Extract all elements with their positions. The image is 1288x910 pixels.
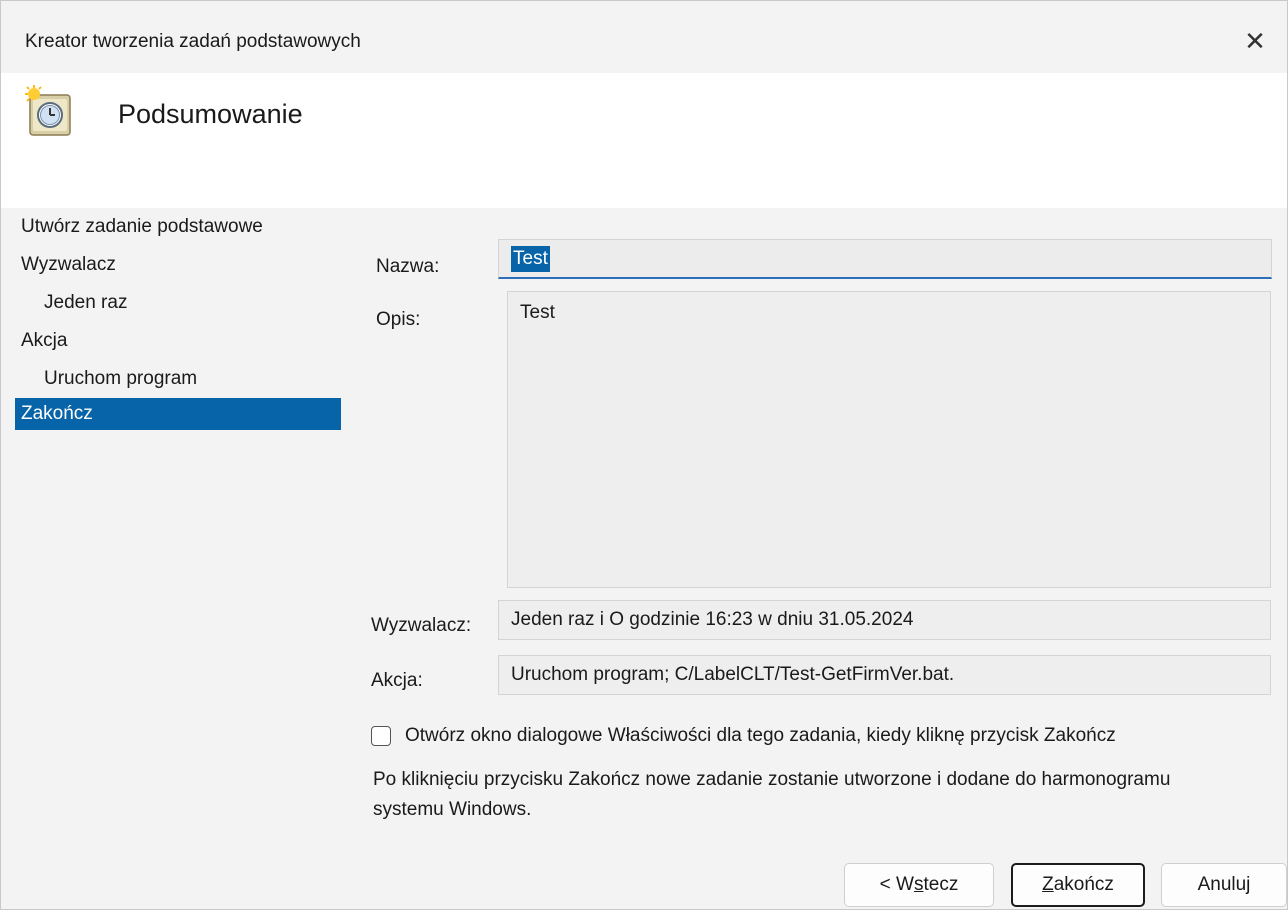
wizard-header: Podsumowanie <box>1 73 1287 208</box>
trigger-label: Wyzwalacz: <box>371 615 472 636</box>
step-finish[interactable]: Zakończ <box>15 398 341 430</box>
close-icon[interactable]: ✕ <box>1241 26 1269 56</box>
back-button[interactable]: < Ws tecz <box>844 863 994 907</box>
open-properties-checkbox[interactable] <box>371 726 391 746</box>
finish-info-text: Po kliknięciu przycisku Zakończ nowe zad… <box>373 769 1171 820</box>
description-label: Opis: <box>376 309 421 330</box>
name-value: Test <box>511 246 550 272</box>
trigger-value: Jeden raz i O godzinie 16:23 w dniu 31.0… <box>498 600 1271 640</box>
wizard-window: Kreator tworzenia zadań podstawowych ✕ P… <box>0 0 1288 910</box>
back-label-mnemonic: s <box>913 874 924 895</box>
cancel-button[interactable]: Anuluj <box>1161 863 1287 907</box>
name-label: Nazwa: <box>376 256 440 277</box>
title-bar: Kreator tworzenia zadań podstawowych ✕ <box>1 1 1287 73</box>
finish-label-mnemonic: Z <box>1042 874 1054 895</box>
action-value: Uruchom program; C/LabelCLT/Test-GetFirm… <box>498 655 1271 695</box>
back-label-suffix: tecz <box>923 874 959 895</box>
page-heading: Podsumowanie <box>118 99 303 129</box>
action-label: Akcja: <box>371 670 423 691</box>
description-field[interactable]: Test <box>507 291 1271 588</box>
finish-button[interactable]: Zakończ <box>1011 863 1145 907</box>
step-create-basic-task[interactable]: Utwórz zadanie podstawowe <box>15 208 341 246</box>
finish-label-suffix: akończ <box>1053 874 1114 895</box>
open-properties-label: Otwórz okno dialogowe Właściwości dla te… <box>405 725 1116 746</box>
step-once[interactable]: Jeden raz <box>15 284 341 322</box>
step-action[interactable]: Akcja <box>15 322 341 360</box>
back-label-prefix: < W <box>879 874 914 895</box>
open-properties-option[interactable]: Otwórz okno dialogowe Właściwości dla te… <box>371 725 1116 747</box>
step-trigger[interactable]: Wyzwalacz <box>15 246 341 284</box>
name-field[interactable]: Test <box>498 239 1272 279</box>
step-start-program[interactable]: Uruchom program <box>15 360 341 398</box>
scheduled-task-clock-icon <box>23 85 81 143</box>
wizard-step-list: Utwórz zadanie podstawowe Wyzwalacz Jede… <box>15 208 341 430</box>
window-title: Kreator tworzenia zadań podstawowych <box>25 31 361 52</box>
